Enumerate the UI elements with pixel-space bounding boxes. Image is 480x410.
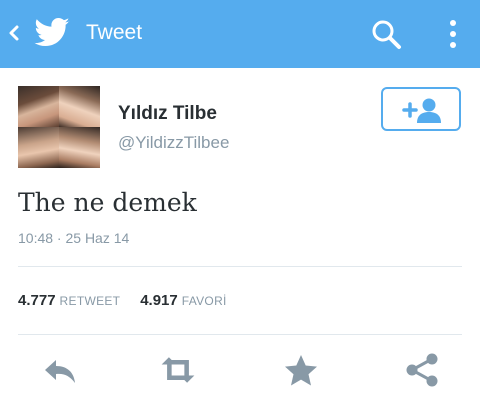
favorite-stat[interactable]: 4.917 FAVORİ [140,292,227,309]
app-bar: Tweet [0,0,480,68]
favorite-star-icon[interactable] [281,352,321,388]
more-vertical-icon[interactable] [440,16,466,52]
avatar-photo-1 [18,86,59,127]
twitter-bird-icon [34,17,70,46]
search-icon[interactable] [368,16,404,52]
reply-icon[interactable] [40,352,80,388]
divider [18,334,462,335]
tweet-text: The ne demek [18,188,197,217]
favorite-count: 4.917 [140,292,178,309]
author-name[interactable]: Yıldız Tilbe [118,103,217,125]
retweet-stat[interactable]: 4.777 RETWEET [18,292,124,309]
tweet-stats: 4.777 RETWEET 4.917 FAVORİ [18,292,227,309]
add-user-icon [402,98,441,123]
chevron-left-icon[interactable] [6,22,22,44]
share-icon[interactable] [402,352,442,388]
avatar[interactable] [18,86,100,168]
avatar-photo-4 [59,127,100,168]
author-handle[interactable]: @YildizzTilbee [118,133,229,153]
favorite-label: FAVORİ [181,294,227,308]
avatar-photo-2 [59,86,100,127]
avatar-photo-3 [18,127,59,168]
retweet-label: RETWEET [59,294,121,308]
retweet-count: 4.777 [18,292,56,309]
follow-button[interactable] [381,87,461,131]
retweet-icon[interactable] [158,352,198,388]
tweet-timestamp: 10:48 · 25 Haz 14 [18,230,130,246]
divider [18,266,462,267]
page-title: Tweet [86,21,143,44]
